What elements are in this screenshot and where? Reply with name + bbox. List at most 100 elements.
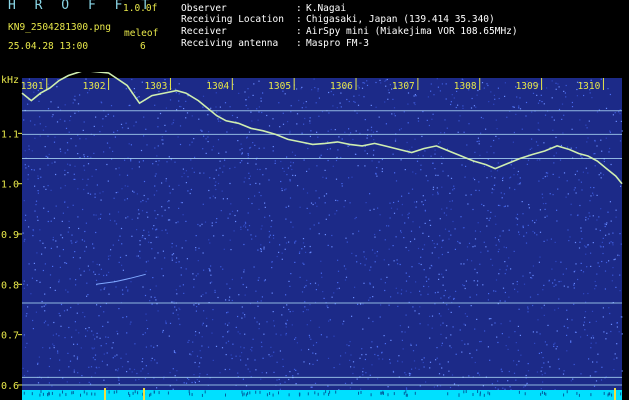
noise-dot xyxy=(580,336,582,338)
noise-dot xyxy=(444,228,447,230)
noise-dot xyxy=(176,293,178,295)
noise-dot xyxy=(447,361,449,363)
noise-dot xyxy=(116,130,119,132)
noise-dot xyxy=(594,288,596,290)
band-mark xyxy=(381,391,383,395)
noise-dot xyxy=(255,235,257,237)
noise-dot xyxy=(602,174,605,176)
noise-dot xyxy=(23,283,25,285)
noise-dot xyxy=(335,178,338,180)
noise-dot xyxy=(178,207,180,209)
noise-dot xyxy=(39,135,41,137)
noise-dot xyxy=(305,285,307,287)
noise-dot xyxy=(50,101,52,103)
noise-dot xyxy=(247,212,249,214)
noise-dot xyxy=(161,229,163,232)
noise-dot xyxy=(365,202,367,204)
noise-dot xyxy=(566,318,568,320)
noise-dot xyxy=(146,211,148,213)
noise-dot xyxy=(266,321,268,323)
noise-dot xyxy=(565,96,567,98)
noise-dot xyxy=(88,269,91,271)
noise-dot xyxy=(316,131,318,133)
noise-dot xyxy=(395,287,397,289)
noise-dot xyxy=(422,155,424,157)
noise-dot xyxy=(595,380,598,382)
noise-dot xyxy=(167,201,169,203)
noise-dot xyxy=(318,326,320,328)
noise-dot xyxy=(215,181,217,183)
noise-dot xyxy=(479,263,481,265)
noise-dot xyxy=(488,101,490,103)
noise-dot xyxy=(525,101,528,104)
noise-dot xyxy=(176,370,178,372)
noise-dot xyxy=(43,186,45,188)
noise-dot xyxy=(336,210,338,212)
noise-dot xyxy=(601,260,603,263)
noise-dot xyxy=(380,82,382,84)
noise-dot xyxy=(127,216,129,218)
noise-dot xyxy=(434,153,436,155)
noise-dot xyxy=(479,154,481,156)
noise-dot xyxy=(212,195,214,197)
noise-dot xyxy=(560,144,562,147)
noise-dot xyxy=(592,242,594,244)
noise-dot xyxy=(138,96,140,98)
noise-dot xyxy=(268,354,270,356)
noise-dot xyxy=(220,120,222,123)
noise-dot xyxy=(317,90,319,92)
noise-dot xyxy=(243,269,245,271)
noise-dot xyxy=(466,315,468,317)
noise-dot xyxy=(459,115,461,117)
noise-dot xyxy=(61,220,63,222)
noise-dot xyxy=(28,148,30,150)
noise-dot xyxy=(201,336,203,338)
noise-dot xyxy=(62,249,64,251)
noise-dot xyxy=(309,122,311,124)
noise-dot xyxy=(69,278,71,280)
noise-dot xyxy=(596,111,599,113)
noise-dot xyxy=(74,95,76,97)
noise-dot xyxy=(195,275,197,277)
noise-dot xyxy=(87,294,89,296)
noise-dot xyxy=(579,241,581,243)
noise-dot xyxy=(476,140,478,143)
noise-dot xyxy=(320,272,322,274)
noise-dot xyxy=(383,259,385,261)
noise-dot xyxy=(362,328,364,330)
noise-dot xyxy=(501,370,503,373)
location-value: Chigasaki, Japan (139.414 35.340) xyxy=(306,14,495,25)
noise-dot xyxy=(247,108,249,110)
noise-dot xyxy=(272,234,275,236)
noise-dot xyxy=(474,361,476,364)
noise-dot xyxy=(172,122,174,124)
noise-dot xyxy=(145,128,147,130)
noise-dot xyxy=(37,192,39,194)
band-mark xyxy=(86,392,88,396)
noise-dot xyxy=(610,330,612,333)
band-mark xyxy=(134,390,136,394)
noise-dot xyxy=(268,179,270,181)
noise-dot xyxy=(519,108,522,110)
noise-dot xyxy=(570,380,572,382)
noise-dot xyxy=(133,191,135,193)
noise-dot xyxy=(510,388,512,391)
noise-dot xyxy=(423,366,425,368)
noise-dot xyxy=(179,285,181,287)
noise-dot xyxy=(243,181,245,183)
noise-dot xyxy=(329,148,331,150)
noise-dot xyxy=(436,347,438,349)
noise-dot xyxy=(223,165,225,167)
noise-dot xyxy=(154,175,156,177)
noise-dot xyxy=(366,153,368,155)
noise-dot xyxy=(220,266,222,268)
noise-dot xyxy=(94,372,96,374)
noise-dot xyxy=(202,322,204,324)
noise-dot xyxy=(192,341,194,343)
noise-dot xyxy=(106,274,108,276)
noise-dot xyxy=(127,289,129,291)
noise-dot xyxy=(301,132,303,134)
noise-dot xyxy=(37,175,39,177)
noise-dot xyxy=(259,168,261,171)
noise-dot xyxy=(582,171,584,173)
